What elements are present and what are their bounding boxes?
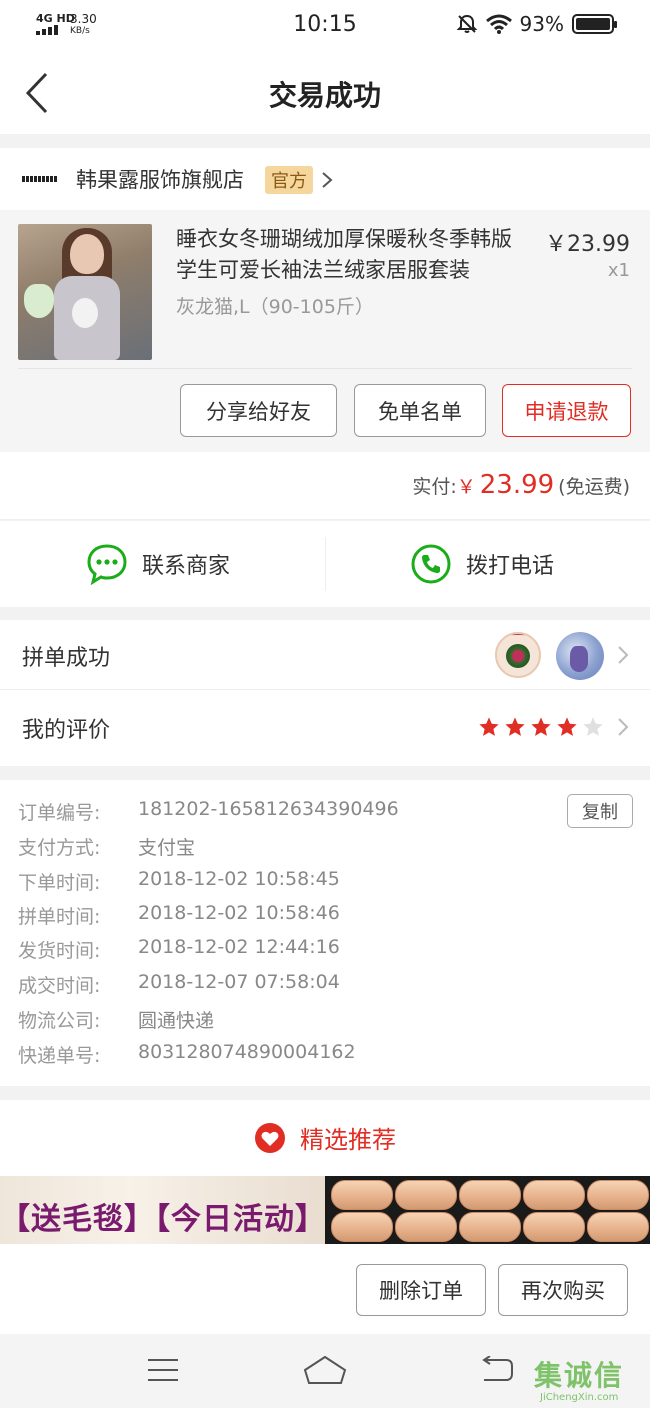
order-status-section: 拼单成功 我的评价 bbox=[0, 620, 650, 766]
store-name[interactable]: 韩果露服饰旗舰店 bbox=[76, 164, 244, 194]
product-card[interactable]: 睡衣女冬珊瑚绒加厚保暖秋冬季韩版学生可爱长袖法兰绒家居服套装 灰龙猫,L（90-… bbox=[0, 210, 650, 452]
payment-summary: 实付: ￥ 23.99 (免运费) bbox=[0, 452, 650, 520]
home-icon[interactable] bbox=[302, 1354, 348, 1386]
call-button[interactable]: 拨打电话 bbox=[410, 543, 554, 585]
chevron-right-icon[interactable] bbox=[616, 644, 630, 666]
paid-amount: 23.99 bbox=[479, 470, 555, 500]
product-title[interactable]: 睡衣女冬珊瑚绒加厚保暖秋冬季韩版学生可爱长袖法兰绒家居服套装 bbox=[176, 224, 526, 286]
page-title: 交易成功 bbox=[268, 79, 381, 112]
detail-value: 2018-12-02 10:58:45 bbox=[138, 868, 340, 890]
detail-row: 成交时间: 2018-12-07 07:58:04 bbox=[18, 971, 340, 998]
recommend-banners: 【送毛毯】【今日活动】 bbox=[0, 1176, 650, 1244]
menu-icon[interactable] bbox=[146, 1356, 180, 1384]
order-details: 订单编号: 181202-165812634390496 复制 支付方式: 支付… bbox=[0, 780, 650, 1086]
star-filled-icon[interactable] bbox=[556, 716, 578, 738]
store-logo bbox=[22, 176, 58, 182]
back-nav-icon[interactable] bbox=[478, 1356, 514, 1384]
shipping-note: (免运费) bbox=[558, 476, 630, 498]
contact-bar: 联系商家 拨打电话 bbox=[0, 521, 650, 607]
battery-icon bbox=[572, 14, 617, 34]
detail-row: 订单编号: 181202-165812634390496 bbox=[18, 798, 399, 825]
wifi-icon bbox=[485, 14, 512, 34]
delete-order-button[interactable]: 删除订单 bbox=[356, 1264, 486, 1316]
call-label: 拨打电话 bbox=[466, 554, 555, 579]
star-filled-icon[interactable] bbox=[530, 716, 552, 738]
group-buy-row[interactable]: 拼单成功 bbox=[0, 620, 650, 690]
rating-stars bbox=[478, 716, 604, 738]
detail-label: 支付方式: bbox=[18, 837, 101, 859]
detail-value: 2018-12-02 10:58:46 bbox=[138, 902, 340, 924]
detail-row: 拼单时间: 2018-12-02 10:58:46 bbox=[18, 902, 340, 929]
buy-again-button[interactable]: 再次购买 bbox=[498, 1264, 628, 1316]
product-price: ￥23.99 bbox=[545, 232, 630, 257]
detail-value: 2018-12-02 12:44:16 bbox=[138, 936, 340, 958]
detail-label: 成交时间: bbox=[18, 975, 101, 997]
detail-row: 支付方式: 支付宝 bbox=[18, 833, 195, 860]
battery-percent: 93% bbox=[519, 12, 564, 36]
detail-value: 支付宝 bbox=[138, 837, 196, 859]
chevron-right-icon[interactable] bbox=[320, 170, 334, 190]
divider bbox=[325, 537, 326, 591]
avatar[interactable] bbox=[556, 632, 604, 680]
share-button[interactable]: 分享给好友 bbox=[180, 384, 337, 437]
detail-label: 订单编号: bbox=[18, 802, 101, 824]
promo-banner[interactable]: 【送毛毯】【今日活动】 bbox=[0, 1176, 325, 1244]
watermark-logo: 集诚信 JiChengXin.com bbox=[534, 1359, 625, 1403]
detail-label: 发货时间: bbox=[18, 940, 101, 962]
detail-row: 发货时间: 2018-12-02 12:44:16 bbox=[18, 936, 340, 963]
free-list-button[interactable]: 免单名单 bbox=[354, 384, 486, 437]
review-label: 我的评价 bbox=[22, 718, 111, 743]
official-badge: 官方 bbox=[265, 166, 313, 194]
detail-value: 圆通快递 bbox=[138, 1010, 215, 1032]
product-image[interactable] bbox=[18, 224, 152, 360]
tissue-product-banner[interactable] bbox=[325, 1176, 650, 1244]
divider bbox=[18, 368, 632, 369]
detail-label: 物流公司: bbox=[18, 1010, 101, 1032]
status-bar: 4G HD 3.30 KB/s 10:15 93% bbox=[0, 0, 650, 52]
mute-bell-icon bbox=[456, 14, 477, 33]
group-buy-label: 拼单成功 bbox=[22, 646, 111, 671]
order-actions: 删除订单 再次购买 bbox=[0, 1244, 650, 1334]
contact-merchant-button[interactable]: 联系商家 bbox=[86, 543, 230, 585]
refund-button[interactable]: 申请退款 bbox=[502, 384, 631, 437]
product-quantity: x1 bbox=[607, 260, 630, 281]
recommend-header: 精选推荐 bbox=[0, 1100, 650, 1176]
detail-row: 物流公司: 圆通快递 bbox=[18, 1006, 214, 1033]
detail-label: 快递单号: bbox=[18, 1045, 101, 1067]
detail-row: 快递单号: 803128074890004162 bbox=[18, 1041, 356, 1068]
detail-label: 拼单时间: bbox=[18, 906, 101, 928]
contact-merchant-label: 联系商家 bbox=[142, 554, 231, 579]
star-filled-icon[interactable] bbox=[504, 716, 526, 738]
recommend-title: 精选推荐 bbox=[300, 1126, 396, 1154]
nav-bar: 交易成功 bbox=[0, 52, 650, 134]
tracking-number: 803128074890004162 bbox=[138, 1041, 356, 1063]
product-variant: 灰龙猫,L（90-105斤） bbox=[176, 296, 374, 318]
copy-button[interactable]: 复制 bbox=[567, 794, 633, 828]
heart-icon bbox=[255, 1122, 285, 1153]
chat-icon bbox=[87, 544, 127, 585]
review-row[interactable]: 我的评价 bbox=[0, 692, 650, 762]
detail-value: 2018-12-07 07:58:04 bbox=[138, 971, 340, 993]
detail-row: 下单时间: 2018-12-02 10:58:45 bbox=[18, 868, 340, 895]
order-number: 181202-165812634390496 bbox=[138, 798, 399, 820]
promo-banner-text: 【送毛毯】【今日活动】 bbox=[0, 1202, 325, 1237]
detail-label: 下单时间: bbox=[18, 872, 101, 894]
star-empty-icon[interactable] bbox=[582, 716, 604, 738]
paid-label: 实付: bbox=[412, 476, 457, 498]
system-nav-bar: 集诚信 JiChengXin.com bbox=[0, 1334, 650, 1408]
store-header[interactable]: 韩果露服饰旗舰店 官方 bbox=[0, 148, 650, 210]
paid-currency: ￥ bbox=[456, 476, 476, 498]
phone-icon bbox=[411, 544, 451, 584]
chevron-right-icon[interactable] bbox=[616, 716, 630, 738]
avatar[interactable] bbox=[495, 632, 541, 678]
star-filled-icon[interactable] bbox=[478, 716, 500, 738]
